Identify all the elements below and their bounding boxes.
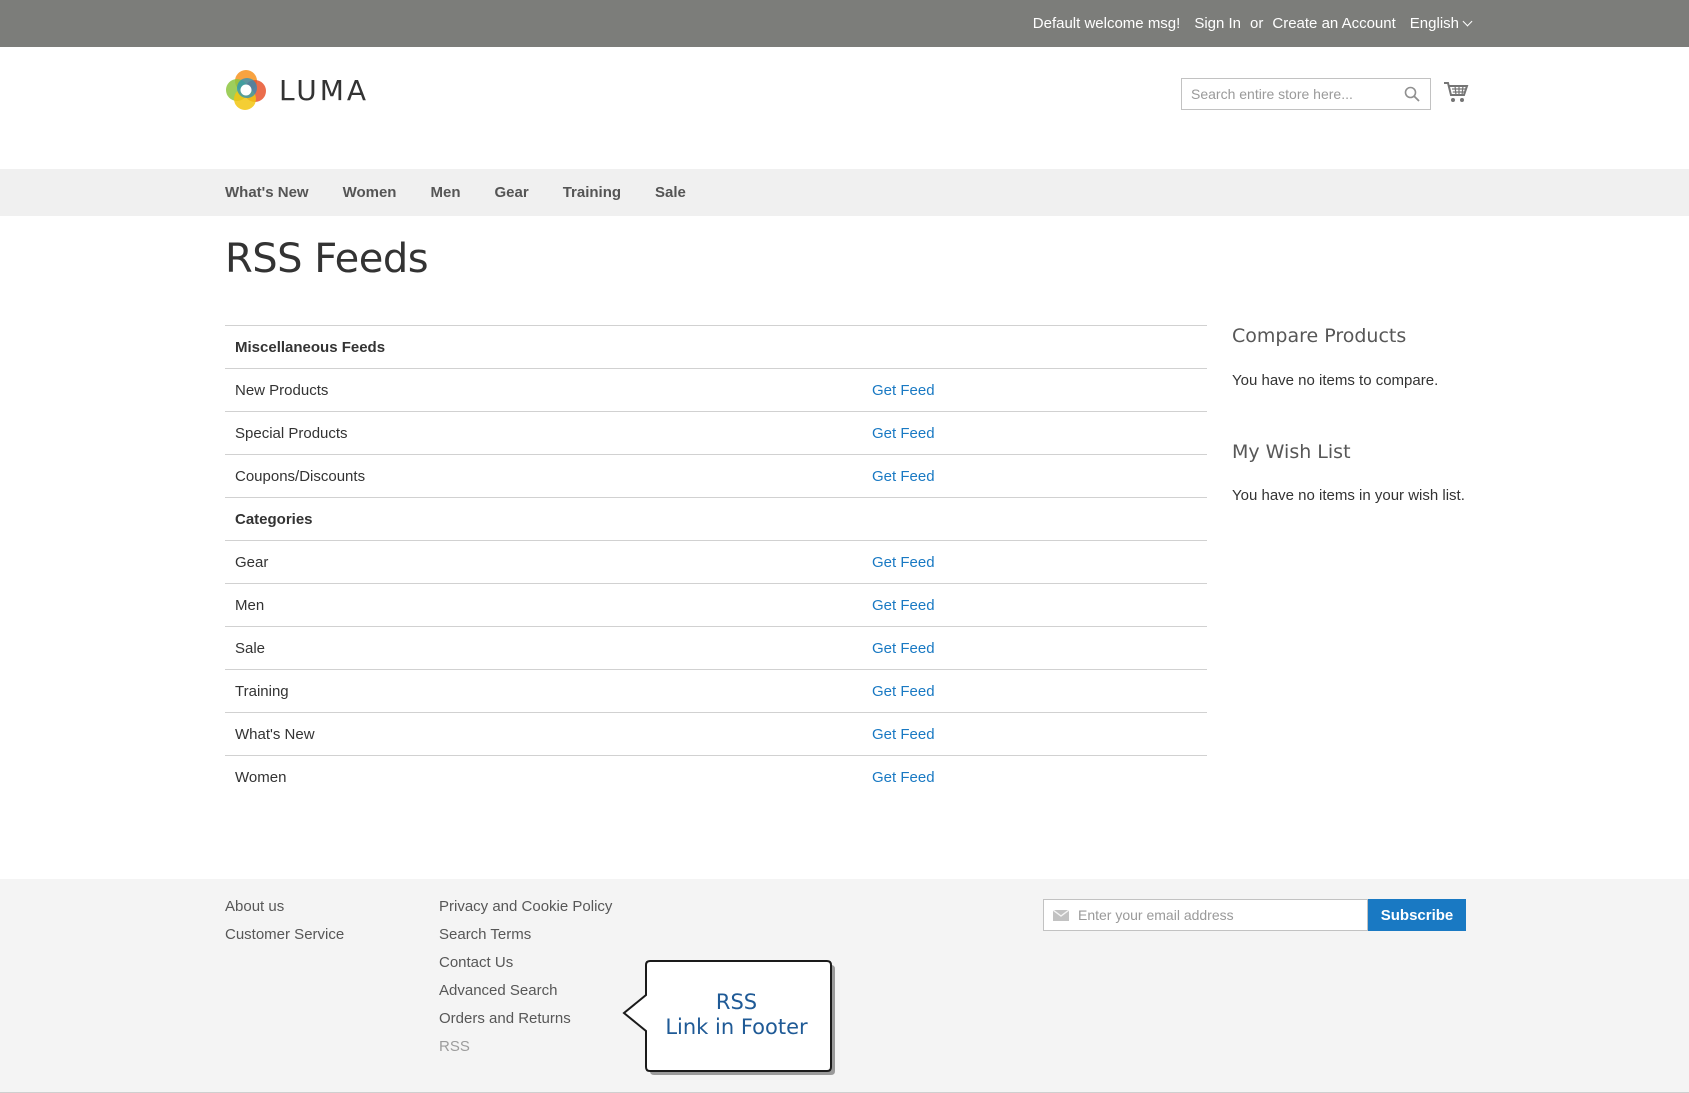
nav-item-training[interactable]: Training bbox=[563, 184, 621, 201]
get-feed-link[interactable]: Get Feed bbox=[872, 468, 935, 485]
get-feed-link[interactable]: Get Feed bbox=[872, 554, 935, 571]
chevron-down-icon bbox=[1462, 16, 1473, 27]
newsletter-form: Subscribe bbox=[1043, 899, 1467, 931]
table-row: What's New Get Feed bbox=[225, 712, 1207, 756]
get-feed-link[interactable]: Get Feed bbox=[872, 597, 935, 614]
main-navigation: What's New Women Men Gear Training Sale bbox=[0, 169, 1689, 216]
rss-feeds-table: Miscellaneous Feeds New Products Get Fee… bbox=[225, 325, 1207, 799]
logo-text: LUMA bbox=[279, 73, 370, 107]
envelope-icon bbox=[1053, 910, 1069, 921]
feed-label: What's New bbox=[225, 712, 872, 756]
feed-label: Training bbox=[225, 669, 872, 713]
nav-item-men[interactable]: Men bbox=[430, 184, 460, 201]
wish-list-title: My Wish List bbox=[1232, 441, 1351, 463]
nav-item-whats-new[interactable]: What's New bbox=[225, 184, 309, 201]
footer-link-about-us[interactable]: About us bbox=[225, 897, 344, 925]
footer-links-col-1: About us Customer Service bbox=[225, 897, 344, 953]
sign-in-link[interactable]: Sign In bbox=[1194, 15, 1241, 32]
nav-item-sale[interactable]: Sale bbox=[655, 184, 686, 201]
nav-item-women[interactable]: Women bbox=[343, 184, 397, 201]
header-links: Default welcome msg! Sign In or Create a… bbox=[1032, 0, 1473, 47]
table-row: Sale Get Feed bbox=[225, 626, 1207, 670]
site-header: LUMA bbox=[0, 47, 1689, 169]
get-feed-link[interactable]: Get Feed bbox=[872, 640, 935, 657]
feed-label: Gear bbox=[225, 540, 872, 584]
get-feed-link[interactable]: Get Feed bbox=[872, 382, 935, 399]
footer-link-contact-us[interactable]: Contact Us bbox=[439, 953, 612, 981]
search-box bbox=[1181, 78, 1431, 110]
table-row: Women Get Feed bbox=[225, 755, 1207, 799]
table-row: Training Get Feed bbox=[225, 669, 1207, 713]
footer-link-customer-service[interactable]: Customer Service bbox=[225, 925, 344, 953]
get-feed-link[interactable]: Get Feed bbox=[872, 683, 935, 700]
footer-link-orders-returns[interactable]: Orders and Returns bbox=[439, 1009, 612, 1037]
feed-label: Coupons/Discounts bbox=[225, 454, 872, 498]
page-title: RSS Feeds bbox=[225, 236, 429, 282]
feed-label: Sale bbox=[225, 626, 872, 670]
callout-text: RSS Link in Footer bbox=[640, 990, 833, 1040]
table-group-header: Categories bbox=[225, 497, 1207, 541]
table-row: Gear Get Feed bbox=[225, 540, 1207, 584]
callout-line-1: RSS bbox=[715, 990, 758, 1014]
table-row: Special Products Get Feed bbox=[225, 411, 1207, 455]
get-feed-link[interactable]: Get Feed bbox=[872, 425, 935, 442]
cart-icon[interactable] bbox=[1443, 80, 1469, 104]
table-group-header: Miscellaneous Feeds bbox=[225, 325, 1207, 369]
search-icon[interactable] bbox=[1404, 86, 1420, 102]
logo[interactable]: LUMA bbox=[225, 68, 369, 112]
search-input[interactable] bbox=[1182, 79, 1392, 109]
subscribe-button[interactable]: Subscribe bbox=[1368, 899, 1466, 931]
wish-list-empty-text: You have no items in your wish list. bbox=[1232, 487, 1465, 504]
feed-label: Women bbox=[225, 755, 872, 799]
table-row: New Products Get Feed bbox=[225, 368, 1207, 412]
top-panel: Default welcome msg! Sign In or Create a… bbox=[0, 0, 1689, 47]
newsletter-field bbox=[1043, 899, 1368, 931]
footer-link-rss[interactable]: RSS bbox=[439, 1037, 612, 1065]
footer-link-privacy-policy[interactable]: Privacy and Cookie Policy bbox=[439, 897, 612, 925]
compare-products-title: Compare Products bbox=[1232, 325, 1407, 347]
table-row: Men Get Feed bbox=[225, 583, 1207, 627]
feed-label: Men bbox=[225, 583, 872, 627]
language-label: English bbox=[1409, 15, 1459, 32]
create-account-link[interactable]: Create an Account bbox=[1272, 15, 1395, 32]
compare-products-empty-text: You have no items to compare. bbox=[1232, 372, 1439, 389]
feed-label: New Products bbox=[225, 368, 872, 412]
site-footer: About us Customer Service Privacy and Co… bbox=[0, 879, 1689, 1093]
luma-logo-icon bbox=[226, 70, 266, 110]
table-row: Coupons/Discounts Get Feed bbox=[225, 454, 1207, 498]
footer-link-search-terms[interactable]: Search Terms bbox=[439, 925, 612, 953]
get-feed-link[interactable]: Get Feed bbox=[872, 769, 935, 786]
footer-links-col-2: Privacy and Cookie Policy Search Terms C… bbox=[439, 897, 612, 1065]
get-feed-link[interactable]: Get Feed bbox=[872, 726, 935, 743]
nav-item-gear[interactable]: Gear bbox=[494, 184, 528, 201]
group-heading: Miscellaneous Feeds bbox=[225, 325, 1207, 369]
feed-label: Special Products bbox=[225, 411, 872, 455]
or-text: or bbox=[1250, 15, 1264, 32]
callout-line-2: Link in Footer bbox=[665, 1015, 808, 1039]
footer-link-advanced-search[interactable]: Advanced Search bbox=[439, 981, 612, 1009]
welcome-message: Default welcome msg! bbox=[1032, 15, 1181, 32]
newsletter-email-input[interactable] bbox=[1078, 900, 1368, 930]
language-switcher[interactable]: English bbox=[1409, 15, 1473, 32]
group-heading: Categories bbox=[225, 497, 1207, 541]
